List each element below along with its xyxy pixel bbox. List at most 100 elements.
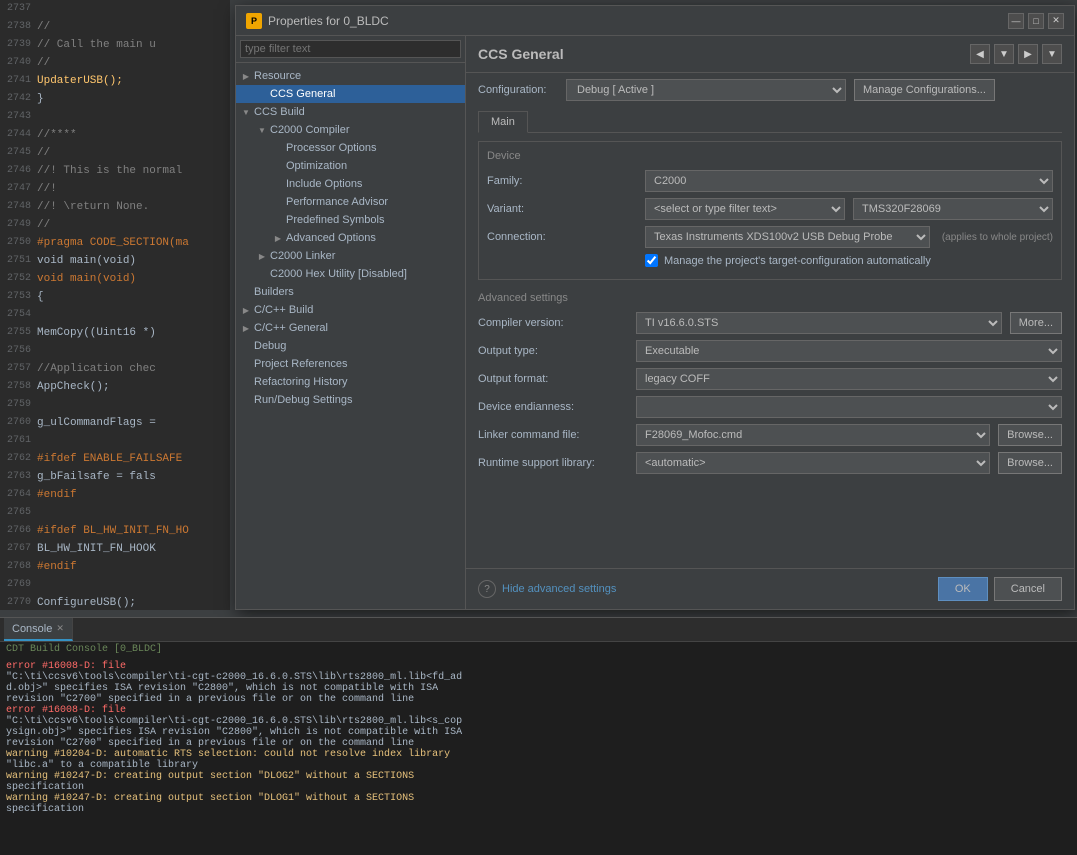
tree-item-label: C/C++ General xyxy=(252,322,328,334)
line-number: 2741 xyxy=(2,72,37,90)
tree-toggle-refactoring-history[interactable] xyxy=(240,376,252,388)
compiler-version-select[interactable]: TI v16.6.0.STS xyxy=(636,312,1002,334)
tree-item-label: Optimization xyxy=(284,160,347,172)
editor-line: 2738// xyxy=(0,18,230,36)
footer-right: OK Cancel xyxy=(938,577,1062,601)
tree-toggle-advanced-options[interactable]: ▶ xyxy=(272,232,284,244)
sidebar-item-predefined-symbols[interactable]: Predefined Symbols xyxy=(236,211,465,229)
back-button[interactable]: ◀ xyxy=(970,44,990,64)
tab-main[interactable]: Main xyxy=(478,111,528,133)
tree-toggle-c2000-hex[interactable] xyxy=(256,268,268,280)
sidebar-item-cpp-general[interactable]: ▶ C/C++ General xyxy=(236,319,465,337)
tree-toggle-cpp-build[interactable]: ▶ xyxy=(240,304,252,316)
output-format-row: Output format: legacy COFF xyxy=(478,368,1062,390)
line-code: AppCheck(); xyxy=(37,378,110,396)
linker-browse-button[interactable]: Browse... xyxy=(998,424,1062,446)
sidebar-item-refactoring-history[interactable]: Refactoring History xyxy=(236,373,465,391)
device-endianness-select[interactable] xyxy=(636,396,1062,418)
console-line: specification xyxy=(6,782,1071,793)
sidebar-item-optimization[interactable]: Optimization xyxy=(236,157,465,175)
line-number: 2743 xyxy=(2,108,37,126)
console-line: error #16008-D: file xyxy=(6,705,1071,716)
manage-configurations-button[interactable]: Manage Configurations... xyxy=(854,79,995,101)
linker-cmd-select[interactable]: F28069_Mofoc.cmd xyxy=(636,424,990,446)
minimize-button[interactable]: — xyxy=(1008,13,1024,29)
sidebar-item-processor-options[interactable]: Processor Options xyxy=(236,139,465,157)
sidebar-item-include-options[interactable]: Include Options xyxy=(236,175,465,193)
runtime-lib-select[interactable]: <automatic> xyxy=(636,452,990,474)
editor-line: 2744//**** xyxy=(0,126,230,144)
tree-toggle-project-references[interactable] xyxy=(240,358,252,370)
hide-advanced-link[interactable]: Hide advanced settings xyxy=(502,583,616,595)
family-select[interactable]: C2000 xyxy=(645,170,1053,192)
tree-toggle-c2000-linker[interactable]: ▶ xyxy=(256,250,268,262)
sidebar-item-c2000-hex[interactable]: C2000 Hex Utility [Disabled] xyxy=(236,265,465,283)
sidebar-item-resource[interactable]: ▶ Resource xyxy=(236,67,465,85)
ok-button[interactable]: OK xyxy=(938,577,988,601)
line-code: #ifdef BL_HW_INIT_FN_HO xyxy=(37,522,189,540)
help-button[interactable]: ? xyxy=(478,580,496,598)
sidebar-item-builders[interactable]: Builders xyxy=(236,283,465,301)
sidebar-item-debug[interactable]: Debug xyxy=(236,337,465,355)
tree-toggle-cpp-general[interactable]: ▶ xyxy=(240,322,252,334)
editor-line: 2752void main(void) xyxy=(0,270,230,288)
tree-toggle-ccs-build[interactable]: ▼ xyxy=(240,106,252,118)
more-button[interactable]: More... xyxy=(1010,312,1062,334)
variant-select[interactable]: <select or type filter text> xyxy=(645,198,845,220)
tree-toggle-builders[interactable] xyxy=(240,286,252,298)
editor-line: 2757 //Application chec xyxy=(0,360,230,378)
close-button[interactable]: ✕ xyxy=(1048,13,1064,29)
console-line: warning #10247-D: creating output sectio… xyxy=(6,771,1071,782)
sidebar-item-ccs-build[interactable]: ▼ CCS Build xyxy=(236,103,465,121)
sidebar-item-c2000-compiler[interactable]: ▼ C2000 Compiler xyxy=(236,121,465,139)
tree-toggle-run-debug-settings[interactable] xyxy=(240,394,252,406)
cancel-button[interactable]: Cancel xyxy=(994,577,1062,601)
sidebar-item-performance-advisor[interactable]: Performance Advisor xyxy=(236,193,465,211)
dialog-title-text: Properties for 0_BLDC xyxy=(268,14,389,28)
sidebar-item-cpp-build[interactable]: ▶ C/C++ Build xyxy=(236,301,465,319)
tree-toggle-debug[interactable] xyxy=(240,340,252,352)
forward2-button[interactable]: ▼ xyxy=(1042,44,1062,64)
editor-line: 2760 g_ulCommandFlags = xyxy=(0,414,230,432)
tree-toggle-c2000-compiler[interactable]: ▼ xyxy=(256,124,268,136)
auto-manage-checkbox[interactable] xyxy=(645,254,658,267)
dropdown-button[interactable]: ▼ xyxy=(994,44,1014,64)
sidebar-item-ccs-general[interactable]: CCS General xyxy=(236,85,465,103)
tree-filter-input[interactable] xyxy=(240,40,461,58)
code-editor: 27372738//2739// Call the main u2740//27… xyxy=(0,0,230,610)
tree-toggle-ccs-general[interactable] xyxy=(256,88,268,100)
device-group: Device Family: C2000 Variant: <select or… xyxy=(478,141,1062,280)
config-select[interactable]: Debug [ Active ] xyxy=(566,79,846,101)
sidebar-item-c2000-linker[interactable]: ▶ C2000 Linker xyxy=(236,247,465,265)
connection-select[interactable]: Texas Instruments XDS100v2 USB Debug Pro… xyxy=(645,226,930,248)
tree-toggle-processor-options[interactable] xyxy=(272,142,284,154)
tree-toggle-resource[interactable]: ▶ xyxy=(240,70,252,82)
console-close-icon[interactable]: ✕ xyxy=(56,623,64,634)
sidebar-item-run-debug-settings[interactable]: Run/Debug Settings xyxy=(236,391,465,409)
runtime-browse-button[interactable]: Browse... xyxy=(998,452,1062,474)
console-tab[interactable]: Console ✕ xyxy=(4,618,73,641)
console-tab-label: Console xyxy=(12,623,52,635)
line-number: 2764 xyxy=(2,486,37,504)
sidebar-item-advanced-options[interactable]: ▶ Advanced Options xyxy=(236,229,465,247)
line-code: //Application chec xyxy=(37,360,156,378)
line-number: 2740 xyxy=(2,54,37,72)
line-number: 2756 xyxy=(2,342,37,360)
properties-dialog: P Properties for 0_BLDC — □ ✕ ▶ Resource… xyxy=(235,5,1075,610)
tree-item-label: C2000 Compiler xyxy=(268,124,349,136)
tree-toggle-predefined-symbols[interactable] xyxy=(272,214,284,226)
output-format-select[interactable]: legacy COFF xyxy=(636,368,1062,390)
tree-toggle-include-options[interactable] xyxy=(272,178,284,190)
variant-select2[interactable]: TMS320F28069 xyxy=(853,198,1053,220)
output-type-select[interactable]: Executable xyxy=(636,340,1062,362)
family-row: Family: C2000 xyxy=(487,170,1053,192)
forward-button[interactable]: ▶ xyxy=(1018,44,1038,64)
tree-item-label: Performance Advisor xyxy=(284,196,388,208)
sidebar-item-project-references[interactable]: Project References xyxy=(236,355,465,373)
console-line: warning #10247-D: creating output sectio… xyxy=(6,793,1071,804)
line-number: 2752 xyxy=(2,270,37,288)
tree-item-label: C2000 Linker xyxy=(268,250,335,262)
tree-toggle-optimization[interactable] xyxy=(272,160,284,172)
tree-toggle-performance-advisor[interactable] xyxy=(272,196,284,208)
maximize-button[interactable]: □ xyxy=(1028,13,1044,29)
